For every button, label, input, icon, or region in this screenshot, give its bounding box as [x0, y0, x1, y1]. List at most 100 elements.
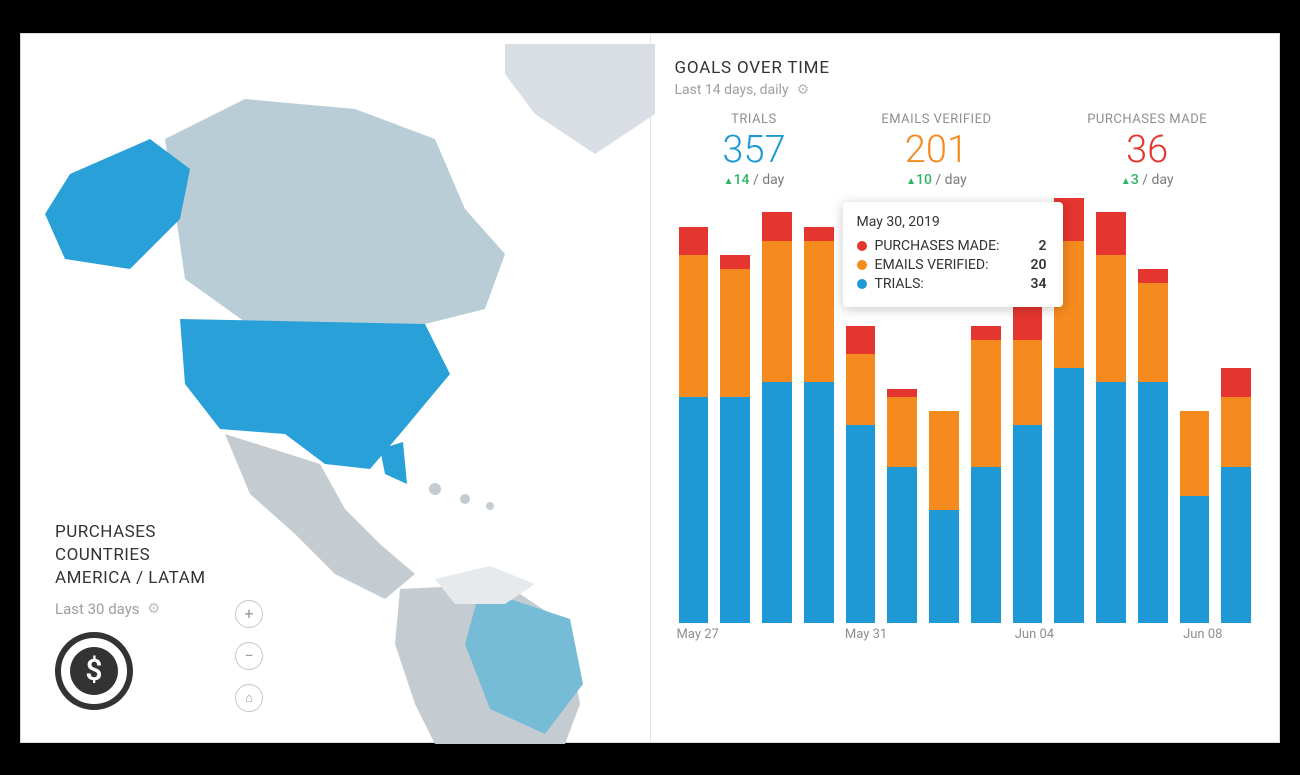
metric-emails-delta: ▲10 / day	[881, 172, 991, 188]
bar-segment	[929, 411, 959, 510]
metric-emails-label: EMAILS VERIFIED	[881, 112, 991, 127]
bar-segment	[1138, 382, 1168, 623]
map-title-line-3: AMERICA / LATAM	[55, 567, 315, 590]
bar-segment	[720, 397, 750, 624]
bar-segment	[762, 382, 792, 623]
bar[interactable]	[804, 227, 834, 624]
metric-emails-value: 201	[881, 129, 991, 173]
tooltip-row-emails: EMAILS VERIFIED: 20	[857, 257, 1047, 273]
bar-segment	[929, 510, 959, 623]
bar[interactable]	[1138, 269, 1168, 623]
metric-trials-value: 357	[722, 129, 785, 173]
bar-segment	[846, 425, 876, 623]
bar[interactable]	[1180, 411, 1210, 624]
bar-segment	[804, 382, 834, 623]
bar-segment	[846, 326, 876, 354]
bar-segment	[887, 467, 917, 623]
bar[interactable]	[762, 212, 792, 623]
bar-segment	[846, 354, 876, 425]
bar[interactable]	[679, 227, 709, 624]
metric-purchases-label: PURCHASES MADE	[1087, 112, 1207, 127]
bar[interactable]	[887, 389, 917, 623]
axis-tick: Jun 08	[1183, 627, 1222, 642]
bar-segment	[1013, 340, 1043, 425]
bar-segment	[1013, 425, 1043, 623]
up-arrow-icon: ▲	[724, 176, 734, 187]
bar[interactable]	[929, 411, 959, 623]
gear-icon[interactable]: ⚙	[148, 601, 161, 617]
bar-segment	[1096, 382, 1126, 623]
bar-segment	[679, 397, 709, 624]
map-period: Last 30 days ⚙	[55, 600, 315, 618]
dot-icon	[857, 260, 867, 270]
bar-segment	[1221, 368, 1251, 396]
map-labels: PURCHASES COUNTRIES AMERICA / LATAM Last…	[55, 521, 315, 710]
dot-icon	[857, 279, 867, 289]
bar-segment	[762, 241, 792, 383]
zoom-home-button[interactable]: ⌂	[235, 684, 263, 712]
map-container: PURCHASES COUNTRIES AMERICA / LATAM Last…	[45, 54, 626, 722]
bar-segment	[887, 397, 917, 468]
goals-subtitle-text: Last 14 days, daily	[675, 82, 789, 98]
metrics-row: TRIALS 357 ▲14 / day EMAILS VERIFIED 201…	[675, 112, 1256, 189]
gear-icon[interactable]: ⚙	[797, 82, 810, 98]
bar-segment	[1138, 283, 1168, 382]
bar-segment	[1096, 212, 1126, 255]
x-axis: May 27 May 31 Jun 04 Jun 08	[675, 627, 1256, 653]
metric-emails: EMAILS VERIFIED 201 ▲10 / day	[881, 112, 991, 189]
bar-segment	[971, 340, 1001, 468]
bar-segment	[720, 255, 750, 269]
bar-segment	[1054, 368, 1084, 623]
bar-segment	[804, 241, 834, 383]
metric-trials-label: TRIALS	[722, 112, 785, 127]
dollar-icon: $	[70, 647, 118, 695]
bar-segment	[971, 467, 1001, 623]
metric-purchases-value: 36	[1087, 129, 1207, 173]
tooltip-date: May 30, 2019	[857, 214, 1047, 230]
tooltip-row-purchases: PURCHASES MADE: 2	[857, 238, 1047, 254]
bar-segment	[1138, 269, 1168, 283]
bar-segment	[679, 227, 709, 255]
map-panel: PURCHASES COUNTRIES AMERICA / LATAM Last…	[21, 34, 651, 742]
bar[interactable]	[971, 326, 1001, 623]
dashboard: PURCHASES COUNTRIES AMERICA / LATAM Last…	[20, 33, 1280, 743]
tooltip-row-trials: TRIALS: 34	[857, 276, 1047, 292]
dot-icon	[857, 241, 867, 251]
up-arrow-icon: ▲	[1121, 176, 1131, 187]
metric-trials: TRIALS 357 ▲14 / day	[722, 112, 785, 189]
bar-segment	[1096, 255, 1126, 383]
axis-tick: Jun 04	[1015, 627, 1054, 642]
goals-panel: GOALS OVER TIME Last 14 days, daily ⚙ TR…	[651, 34, 1280, 742]
bar[interactable]	[1221, 368, 1251, 623]
axis-tick: May 31	[845, 627, 887, 642]
bar[interactable]	[1013, 297, 1043, 623]
stacked-bar-chart[interactable]: May 30, 2019 PURCHASES MADE: 2 EMAILS VE…	[675, 198, 1256, 653]
map-title-line-2: COUNTRIES	[55, 544, 315, 567]
metric-purchases-delta: ▲3 / day	[1087, 172, 1207, 188]
up-arrow-icon: ▲	[906, 176, 916, 187]
metric-trials-delta: ▲14 / day	[722, 172, 785, 188]
bar-segment	[887, 389, 917, 396]
bar-segment	[1180, 496, 1210, 624]
bar[interactable]	[1096, 212, 1126, 623]
bar-segment	[1221, 467, 1251, 623]
bar-segment	[1221, 397, 1251, 468]
map-zoom-controls: + − ⌂	[235, 600, 263, 712]
bar[interactable]	[846, 326, 876, 623]
bar-segment	[679, 255, 709, 397]
zoom-in-button[interactable]: +	[235, 600, 263, 628]
axis-tick: May 27	[677, 627, 719, 642]
bar-segment	[720, 269, 750, 397]
metric-purchases: PURCHASES MADE 36 ▲3 / day	[1087, 112, 1207, 189]
map-period-text: Last 30 days	[55, 600, 140, 618]
goals-title: GOALS OVER TIME	[675, 58, 1256, 78]
bar-segment	[804, 227, 834, 241]
bar-segment	[762, 212, 792, 240]
dollar-badge: $	[55, 632, 133, 710]
bar-segment	[971, 326, 1001, 340]
zoom-out-button[interactable]: −	[235, 642, 263, 670]
goals-subtitle: Last 14 days, daily ⚙	[675, 82, 1256, 98]
chart-tooltip: May 30, 2019 PURCHASES MADE: 2 EMAILS VE…	[843, 202, 1063, 307]
bar-segment	[1180, 411, 1210, 496]
bar[interactable]	[720, 255, 750, 623]
